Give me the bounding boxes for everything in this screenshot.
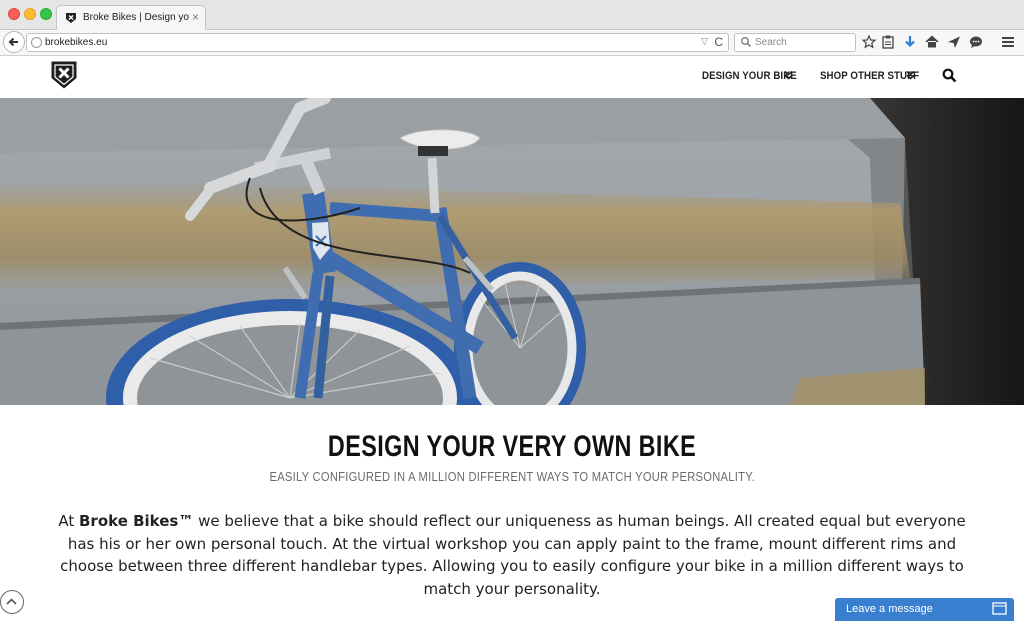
brand-name: Broke Bikes™ (78, 512, 194, 530)
chevron-up-icon (6, 598, 17, 605)
message-icon (992, 602, 1007, 615)
search-icon (741, 37, 751, 47)
search-icon[interactable] (942, 68, 957, 83)
body-prefix: At (58, 512, 79, 530)
close-window-button[interactable] (8, 8, 20, 20)
bike-photo (0, 98, 1024, 405)
chat-bubble-icon[interactable] (968, 34, 984, 50)
browser-search-input[interactable]: Search (734, 33, 856, 52)
leave-message-button[interactable]: Leave a message (835, 598, 1014, 621)
download-icon[interactable] (902, 34, 918, 50)
back-arrow-icon (8, 37, 18, 47)
globe-icon (31, 37, 42, 48)
star-icon[interactable] (861, 34, 877, 50)
minimize-window-button[interactable] (24, 8, 36, 20)
chevron-double-down-icon (906, 70, 915, 80)
nav-shop-other-stuff[interactable]: SHOP OTHER STUFF (820, 70, 919, 82)
headline-text: DESIGN YOUR VERY OWN BIKE (327, 430, 697, 463)
nav-design-your-bike[interactable]: DESIGN YOUR BIKE (702, 70, 797, 82)
body-rest: we believe that a bike should reflect ou… (60, 512, 966, 598)
address-bar[interactable]: brokebikes.eu ▽ C (26, 33, 729, 52)
browser-titlebar: Broke Bikes | Design your o... × (0, 0, 1024, 31)
page-subheadline: EASILY CONFIGURED IN A MILLION DIFFERENT… (0, 469, 1024, 484)
chevron-double-down-icon (784, 70, 793, 80)
browser-tab[interactable]: Broke Bikes | Design your o... × (56, 5, 206, 31)
menu-icon[interactable] (1000, 34, 1016, 50)
send-icon[interactable] (946, 34, 962, 50)
browser-toolbar: brokebikes.eu ▽ C Search (0, 30, 1024, 56)
scroll-to-top-button[interactable] (0, 590, 24, 614)
subheadline-text: EASILY CONFIGURED IN A MILLION DIFFERENT… (269, 469, 755, 484)
site-header: DESIGN YOUR BIKE SHOP OTHER STUFF (0, 56, 1024, 98)
tab-title: Broke Bikes | Design your o... (83, 12, 189, 23)
page-headline: DESIGN YOUR VERY OWN BIKE (0, 430, 1024, 464)
search-placeholder: Search (755, 37, 787, 48)
chat-label: Leave a message (846, 603, 933, 615)
url-dropdown-icon[interactable]: ▽ (701, 36, 708, 47)
reload-icon[interactable]: C (714, 35, 723, 49)
home-icon[interactable] (924, 34, 940, 50)
shield-logo-icon (66, 13, 76, 23)
maximize-window-button[interactable] (40, 8, 52, 20)
url-text: brokebikes.eu (45, 37, 108, 48)
clipboard-icon[interactable] (880, 34, 896, 50)
intro-paragraph: At Broke Bikes™ we believe that a bike s… (46, 510, 978, 600)
back-button[interactable] (3, 31, 25, 53)
tab-close-icon[interactable]: × (192, 10, 199, 24)
shield-logo-icon[interactable] (50, 60, 78, 90)
hero-image (0, 98, 1024, 405)
